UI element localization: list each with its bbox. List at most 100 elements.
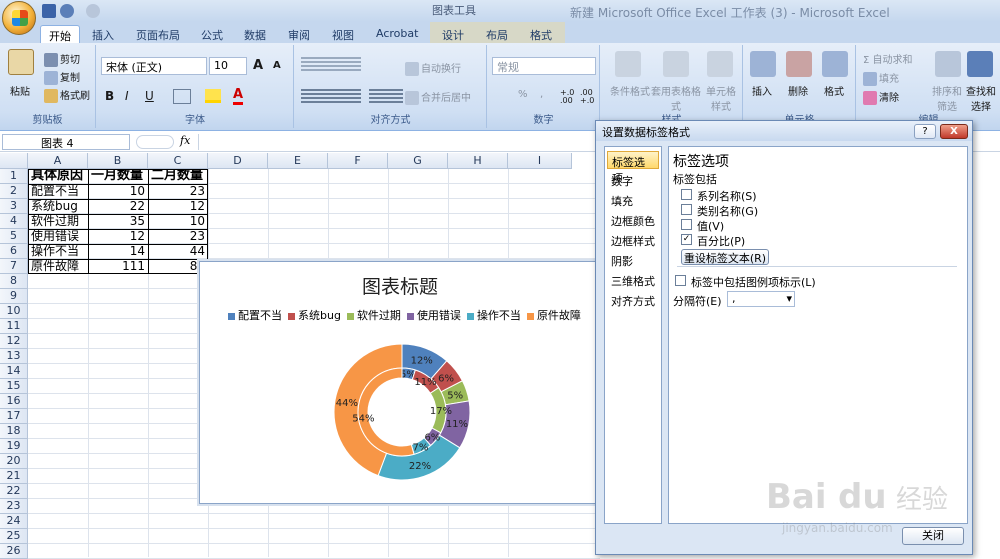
row-header-12[interactable]: 12 [0, 334, 28, 349]
delete-button[interactable]: 删除 [788, 83, 808, 98]
vertical-align-icons[interactable] [301, 57, 361, 71]
wrap-text-button[interactable]: 自动换行 [405, 60, 461, 76]
delete-cells-icon[interactable] [786, 51, 812, 77]
row-header-18[interactable]: 18 [0, 424, 28, 439]
find-select-icon[interactable] [967, 51, 993, 77]
horizontal-align-icons[interactable] [301, 89, 361, 103]
conditional-format-icon[interactable] [615, 51, 641, 77]
shrink-font-button[interactable]: A [273, 60, 281, 71]
column-header-f[interactable]: F [328, 153, 388, 169]
data-label[interactable]: 12% [411, 356, 433, 367]
tab-data[interactable]: 数据 [236, 25, 274, 44]
label-option-checkbox[interactable]: ✓ [681, 234, 692, 245]
increase-decimal-button[interactable]: +.0 .00 [560, 89, 578, 105]
help-button[interactable]: ? [914, 124, 936, 139]
row-header-13[interactable]: 13 [0, 349, 28, 364]
reset-label-text-button[interactable]: 重设标签文本(R) [681, 249, 769, 265]
dialog-nav-item[interactable]: 边框颜色 [607, 211, 659, 229]
autosum-button[interactable]: Σ 自动求和 [863, 51, 913, 66]
row-header-21[interactable]: 21 [0, 469, 28, 484]
table-format-button[interactable]: 套用表格格式 [651, 83, 701, 113]
data-label[interactable]: 7% [413, 442, 429, 453]
row-header-24[interactable]: 24 [0, 514, 28, 529]
format-cells-icon[interactable] [822, 51, 848, 77]
decrease-decimal-button[interactable]: .00 +.0 [580, 89, 598, 105]
dialog-nav-item[interactable]: 标签选项 [607, 151, 659, 185]
doughnut-plot[interactable]: 12%6%5%11%22%44%5%11%17%6%7%54% [200, 262, 600, 505]
sort-filter-button[interactable]: 排序和筛选 [931, 83, 963, 113]
row-header-19[interactable]: 19 [0, 439, 28, 454]
separator-select[interactable]: , ▾ [727, 291, 795, 307]
column-header-i[interactable]: I [508, 153, 572, 169]
row-header-2[interactable]: 2 [0, 184, 28, 199]
underline-button[interactable]: U [145, 89, 154, 103]
column-header-c[interactable]: C [148, 153, 208, 169]
formula-cancel-icon[interactable] [136, 135, 174, 149]
row-header-25[interactable]: 25 [0, 529, 28, 544]
dialog-nav-item[interactable]: 边框样式 [607, 231, 659, 249]
redo-icon[interactable] [86, 4, 100, 18]
column-header-b[interactable]: B [88, 153, 148, 169]
format-painter-button[interactable]: 格式刷 [44, 87, 90, 103]
font-size-select[interactable]: 10 [209, 57, 247, 75]
dialog-nav-item[interactable]: 对齐方式 [607, 291, 659, 309]
tab-layout[interactable]: 布局 [478, 25, 516, 44]
row-header-9[interactable]: 9 [0, 289, 28, 304]
data-label[interactable]: 44% [336, 398, 358, 409]
data-label[interactable]: 5% [447, 390, 463, 401]
cut-button[interactable]: 剪切 [44, 51, 80, 67]
sort-filter-icon[interactable] [935, 51, 961, 77]
dialog-nav-item[interactable]: 填充 [607, 191, 659, 209]
data-label[interactable]: 17% [430, 406, 452, 417]
label-option-checkbox[interactable] [681, 219, 692, 230]
grow-font-button[interactable]: A [253, 58, 263, 73]
table-format-icon[interactable] [663, 51, 689, 77]
tab-home[interactable]: 开始 [40, 25, 80, 44]
label-option-checkbox[interactable] [681, 189, 692, 200]
row-header-7[interactable]: 7 [0, 259, 28, 274]
cell-styles-button[interactable]: 单元格样式 [703, 83, 739, 113]
font-name-select[interactable]: 宋体 (正文) [101, 57, 207, 75]
format-button[interactable]: 格式 [824, 83, 844, 98]
data-label[interactable]: 11% [446, 419, 468, 430]
row-header-23[interactable]: 23 [0, 499, 28, 514]
insert-cells-icon[interactable] [750, 51, 776, 77]
dialog-close-x-button[interactable]: X [940, 124, 968, 139]
comma-button[interactable]: , [540, 89, 543, 100]
clear-button[interactable]: 清除 [863, 89, 899, 105]
copy-button[interactable]: 复制 [44, 69, 80, 85]
row-header-16[interactable]: 16 [0, 394, 28, 409]
indent-icons[interactable] [369, 89, 403, 103]
fx-button[interactable]: fx [180, 134, 190, 147]
data-label[interactable]: 11% [414, 377, 436, 388]
row-header-1[interactable]: 1 [0, 169, 28, 184]
font-color-button[interactable]: A [233, 87, 244, 105]
row-header-17[interactable]: 17 [0, 409, 28, 424]
paste-icon[interactable] [8, 49, 34, 75]
dialog-nav-item[interactable]: 阴影 [607, 251, 659, 269]
find-select-button[interactable]: 查找和选择 [965, 83, 997, 113]
column-header-a[interactable]: A [28, 153, 88, 169]
row-header-14[interactable]: 14 [0, 364, 28, 379]
row-header-15[interactable]: 15 [0, 379, 28, 394]
data-label[interactable]: 6% [438, 373, 454, 384]
tab-view[interactable]: 视图 [324, 25, 362, 44]
select-all-corner[interactable] [0, 153, 28, 169]
row-header-6[interactable]: 6 [0, 244, 28, 259]
paste-button[interactable]: 粘贴 [10, 83, 30, 98]
column-header-h[interactable]: H [448, 153, 508, 169]
label-option-checkbox[interactable] [681, 204, 692, 215]
column-header-d[interactable]: D [208, 153, 268, 169]
office-button[interactable] [2, 1, 36, 35]
tab-design[interactable]: 设计 [434, 25, 472, 44]
row-header-11[interactable]: 11 [0, 319, 28, 334]
tab-insert[interactable]: 插入 [84, 25, 122, 44]
row-header-8[interactable]: 8 [0, 274, 28, 289]
row-header-22[interactable]: 22 [0, 484, 28, 499]
tab-format[interactable]: 格式 [522, 25, 560, 44]
column-header-e[interactable]: E [268, 153, 328, 169]
name-box[interactable]: 图表 4 [2, 134, 130, 150]
conditional-format-button[interactable]: 条件格式 [607, 83, 653, 98]
data-label[interactable]: 54% [352, 413, 374, 424]
tab-formulas[interactable]: 公式 [193, 25, 231, 44]
